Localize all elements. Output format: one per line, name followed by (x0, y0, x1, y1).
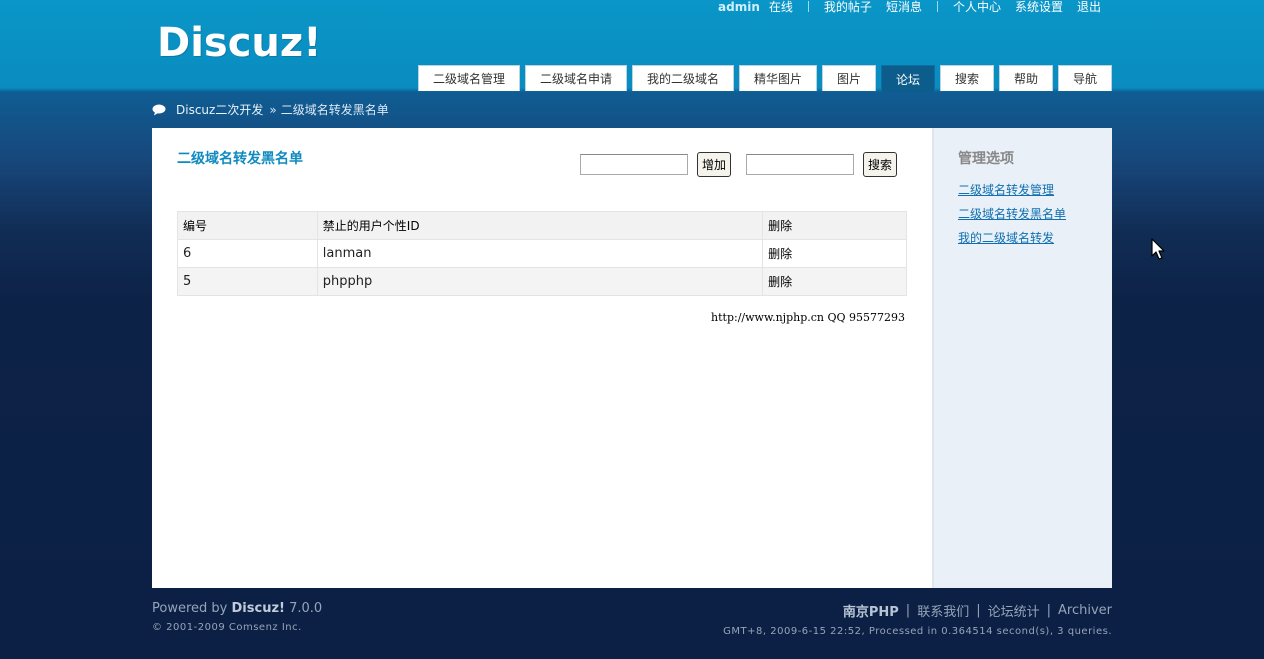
sidebar: 管理选项 二级域名转发管理 二级域名转发黑名单 我的二级域名转发 (932, 128, 1112, 588)
product-link[interactable]: Discuz! (232, 601, 285, 616)
search-input[interactable] (746, 154, 854, 175)
search-button[interactable]: 搜索 (863, 152, 897, 177)
add-button[interactable]: 增加 (697, 152, 731, 177)
footer-right: 南京PHP | 联系我们 | 论坛统计 | Archiver GMT+8, 20… (723, 601, 1112, 637)
page-title: 二级域名转发黑名单 (177, 151, 303, 167)
table-row: 5 phpphp 删除 (177, 267, 907, 296)
column-header-user-id: 禁止的用户个性ID (316, 211, 764, 240)
debug-info: GMT+8, 2009-6-15 22:52, Processed in 0.3… (723, 626, 1112, 637)
tab-forum[interactable]: 论坛 (881, 65, 935, 92)
speech-bubble-icon (152, 104, 166, 116)
table-header-row: 编号 禁止的用户个性ID 删除 (177, 211, 907, 240)
tab-featured-images[interactable]: 精华图片 (739, 65, 817, 91)
content-area: 二级域名转发黑名单 增加 搜索 编号 禁止的用户个性ID 删除 6 lanman… (152, 128, 932, 588)
sidebar-title: 管理选项 (958, 151, 1014, 167)
tab-subdomain-manage[interactable]: 二级域名管理 (418, 65, 520, 91)
brand-link[interactable]: 南京PHP (843, 601, 899, 620)
row-user-id: phpphp (316, 267, 764, 296)
table-row: 6 lanman 删除 (177, 239, 907, 268)
row-id: 5 (177, 267, 318, 296)
logout-link[interactable]: 退出 (1077, 0, 1101, 15)
tab-navigation[interactable]: 导航 (1058, 65, 1112, 91)
row-user-id: lanman (316, 239, 764, 268)
footer-links: 南京PHP | 联系我们 | 论坛统计 | Archiver (842, 601, 1112, 620)
row-id: 6 (177, 239, 318, 268)
divider (936, 1, 938, 12)
copyright: © 2001-2009 Comsenz Inc. (152, 622, 322, 633)
credit-text: http://www.njphp.cn QQ 95577293 (711, 311, 905, 324)
top-user-menu: admin 在线 我的帖子 短消息 个人中心 系统设置 退出 (718, 0, 1104, 15)
main-nav-tabs: 二级域名管理 二级域名申请 我的二级域名 精华图片 图片 论坛 搜索 帮助 导航 (418, 65, 1112, 92)
copyright-text[interactable]: © 2001-2009 Comsenz Inc. (152, 622, 302, 633)
add-id-input[interactable] (580, 154, 688, 175)
breadcrumb-current: 二级域名转发黑名单 (280, 103, 389, 117)
breadcrumb: Discuz二次开发 » 二级域名转发黑名单 (152, 101, 389, 118)
contact-link[interactable]: 联系我们 (917, 601, 969, 620)
delete-link[interactable]: 删除 (762, 267, 907, 296)
archiver-link[interactable]: Archiver (1058, 603, 1112, 618)
breadcrumb-root-link[interactable]: Discuz二次开发 (176, 101, 263, 118)
breadcrumb-separator: » (269, 102, 277, 117)
powered-prefix: Powered by (152, 601, 228, 616)
version: 7.0.0 (289, 601, 323, 616)
stats-link[interactable]: 论坛统计 (988, 601, 1040, 620)
delete-link[interactable]: 删除 (762, 239, 907, 268)
settings-link[interactable]: 系统设置 (1015, 0, 1063, 15)
username-link[interactable]: admin (718, 0, 760, 14)
header: Discuz! admin 在线 我的帖子 短消息 个人中心 系统设置 退出 二… (0, 0, 1264, 92)
tab-search[interactable]: 搜索 (940, 65, 994, 91)
tab-my-subdomain[interactable]: 我的二级域名 (632, 65, 734, 91)
online-status[interactable]: 在线 (769, 0, 793, 15)
logo[interactable]: Discuz! (157, 20, 321, 66)
sidebar-link-subdomain-forward-blacklist[interactable]: 二级域名转发黑名单 (958, 205, 1066, 222)
column-header-id: 编号 (177, 211, 318, 240)
tab-subdomain-apply[interactable]: 二级域名申请 (525, 65, 627, 91)
tab-help[interactable]: 帮助 (999, 65, 1053, 91)
divider (807, 1, 809, 12)
profile-link[interactable]: 个人中心 (953, 0, 1001, 15)
sidebar-link-my-subdomain-forward[interactable]: 我的二级域名转发 (958, 229, 1054, 246)
column-header-delete: 删除 (762, 211, 907, 240)
mouse-cursor-icon (1151, 238, 1167, 262)
messages-link[interactable]: 短消息 (886, 0, 922, 15)
tab-images[interactable]: 图片 (822, 65, 876, 91)
powered-by: Powered by Discuz! 7.0.0 (152, 601, 322, 616)
blacklist-table: 编号 禁止的用户个性ID 删除 6 lanman 删除 5 phpphp 删除 (177, 211, 907, 296)
my-posts-link[interactable]: 我的帖子 (824, 0, 872, 15)
footer-left: Powered by Discuz! 7.0.0 © 2001-2009 Com… (152, 601, 322, 633)
sidebar-link-subdomain-forward-manage[interactable]: 二级域名转发管理 (958, 181, 1054, 198)
main-wrapper: 二级域名转发黑名单 增加 搜索 编号 禁止的用户个性ID 删除 6 lanman… (152, 128, 1112, 588)
